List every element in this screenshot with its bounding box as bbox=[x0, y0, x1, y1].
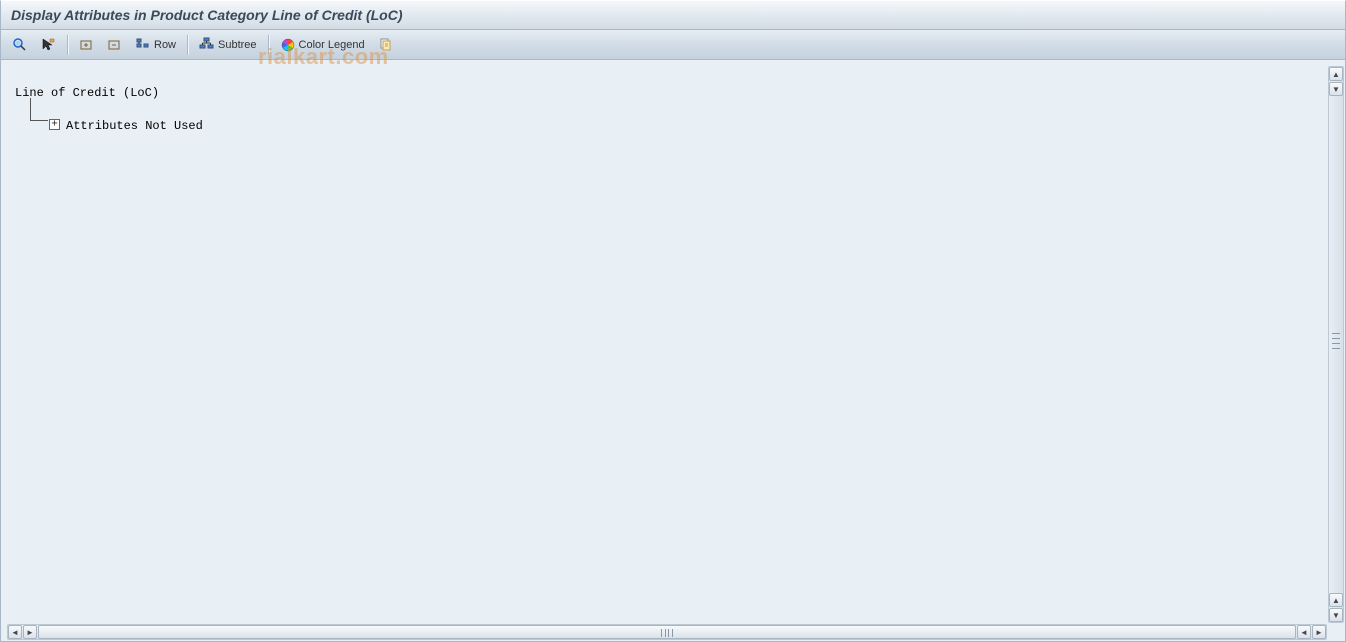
scroll-left-button[interactable]: ◄ bbox=[1297, 625, 1311, 639]
row-button[interactable]: Row bbox=[130, 34, 181, 56]
scrollbar-grip-icon bbox=[1332, 333, 1340, 349]
content-area: Line of Credit (LoC) + Attributes Not Us… bbox=[0, 60, 1346, 642]
arrow-cursor-icon bbox=[40, 37, 56, 53]
hierarchy-subtree-icon bbox=[199, 37, 215, 53]
scroll-left-button[interactable]: ◄ bbox=[8, 625, 22, 639]
toolbar-separator bbox=[187, 35, 188, 55]
tree-child-node[interactable]: + Attributes Not Used bbox=[15, 112, 1319, 140]
vertical-scrollbar[interactable]: ▲ ▼ ▲ ▼ bbox=[1328, 66, 1344, 623]
expand-toggle-icon[interactable]: + bbox=[49, 119, 60, 130]
color-wheel-icon bbox=[280, 37, 296, 53]
find-button[interactable] bbox=[7, 34, 33, 56]
row-button-label: Row bbox=[154, 39, 176, 51]
hierarchy-row-icon bbox=[135, 37, 151, 53]
documentation-button[interactable] bbox=[372, 34, 398, 56]
toolbar: Row Subtree Color Legend bbox=[0, 30, 1346, 60]
collapse-node-button[interactable] bbox=[102, 34, 128, 56]
scroll-down-button[interactable]: ▼ bbox=[1329, 82, 1343, 96]
documents-icon bbox=[377, 37, 393, 53]
page-title: Display Attributes in Product Category L… bbox=[11, 7, 403, 23]
color-legend-button-label: Color Legend bbox=[299, 39, 365, 51]
toolbar-separator bbox=[268, 35, 269, 55]
tree-root-node[interactable]: Line of Credit (LoC) bbox=[15, 86, 1319, 100]
subtree-button[interactable]: Subtree bbox=[194, 34, 262, 56]
collapse-minus-icon bbox=[107, 37, 123, 53]
scroll-down-button[interactable]: ▼ bbox=[1329, 608, 1343, 622]
scrollbar-grip-icon bbox=[661, 629, 673, 637]
scroll-up-button[interactable]: ▲ bbox=[1329, 593, 1343, 607]
position-button[interactable] bbox=[35, 34, 61, 56]
scroll-up-button[interactable]: ▲ bbox=[1329, 67, 1343, 81]
expand-node-button[interactable] bbox=[74, 34, 100, 56]
expand-plus-icon bbox=[79, 37, 95, 53]
tree-view: Line of Credit (LoC) + Attributes Not Us… bbox=[7, 66, 1327, 623]
magnifier-icon bbox=[12, 37, 28, 53]
title-bar: Display Attributes in Product Category L… bbox=[0, 0, 1346, 30]
tree-child-label: Attributes Not Used bbox=[66, 119, 203, 133]
scroll-right-button[interactable]: ► bbox=[23, 625, 37, 639]
color-legend-button[interactable]: Color Legend bbox=[275, 34, 370, 56]
tree-connector-line bbox=[15, 98, 45, 126]
horizontal-scrollbar[interactable]: ◄ ► ◄ ► bbox=[7, 624, 1327, 640]
subtree-button-label: Subtree bbox=[218, 39, 257, 51]
scroll-right-button[interactable]: ► bbox=[1312, 625, 1326, 639]
toolbar-separator bbox=[67, 35, 68, 55]
scrollbar-thumb[interactable] bbox=[38, 625, 1296, 639]
